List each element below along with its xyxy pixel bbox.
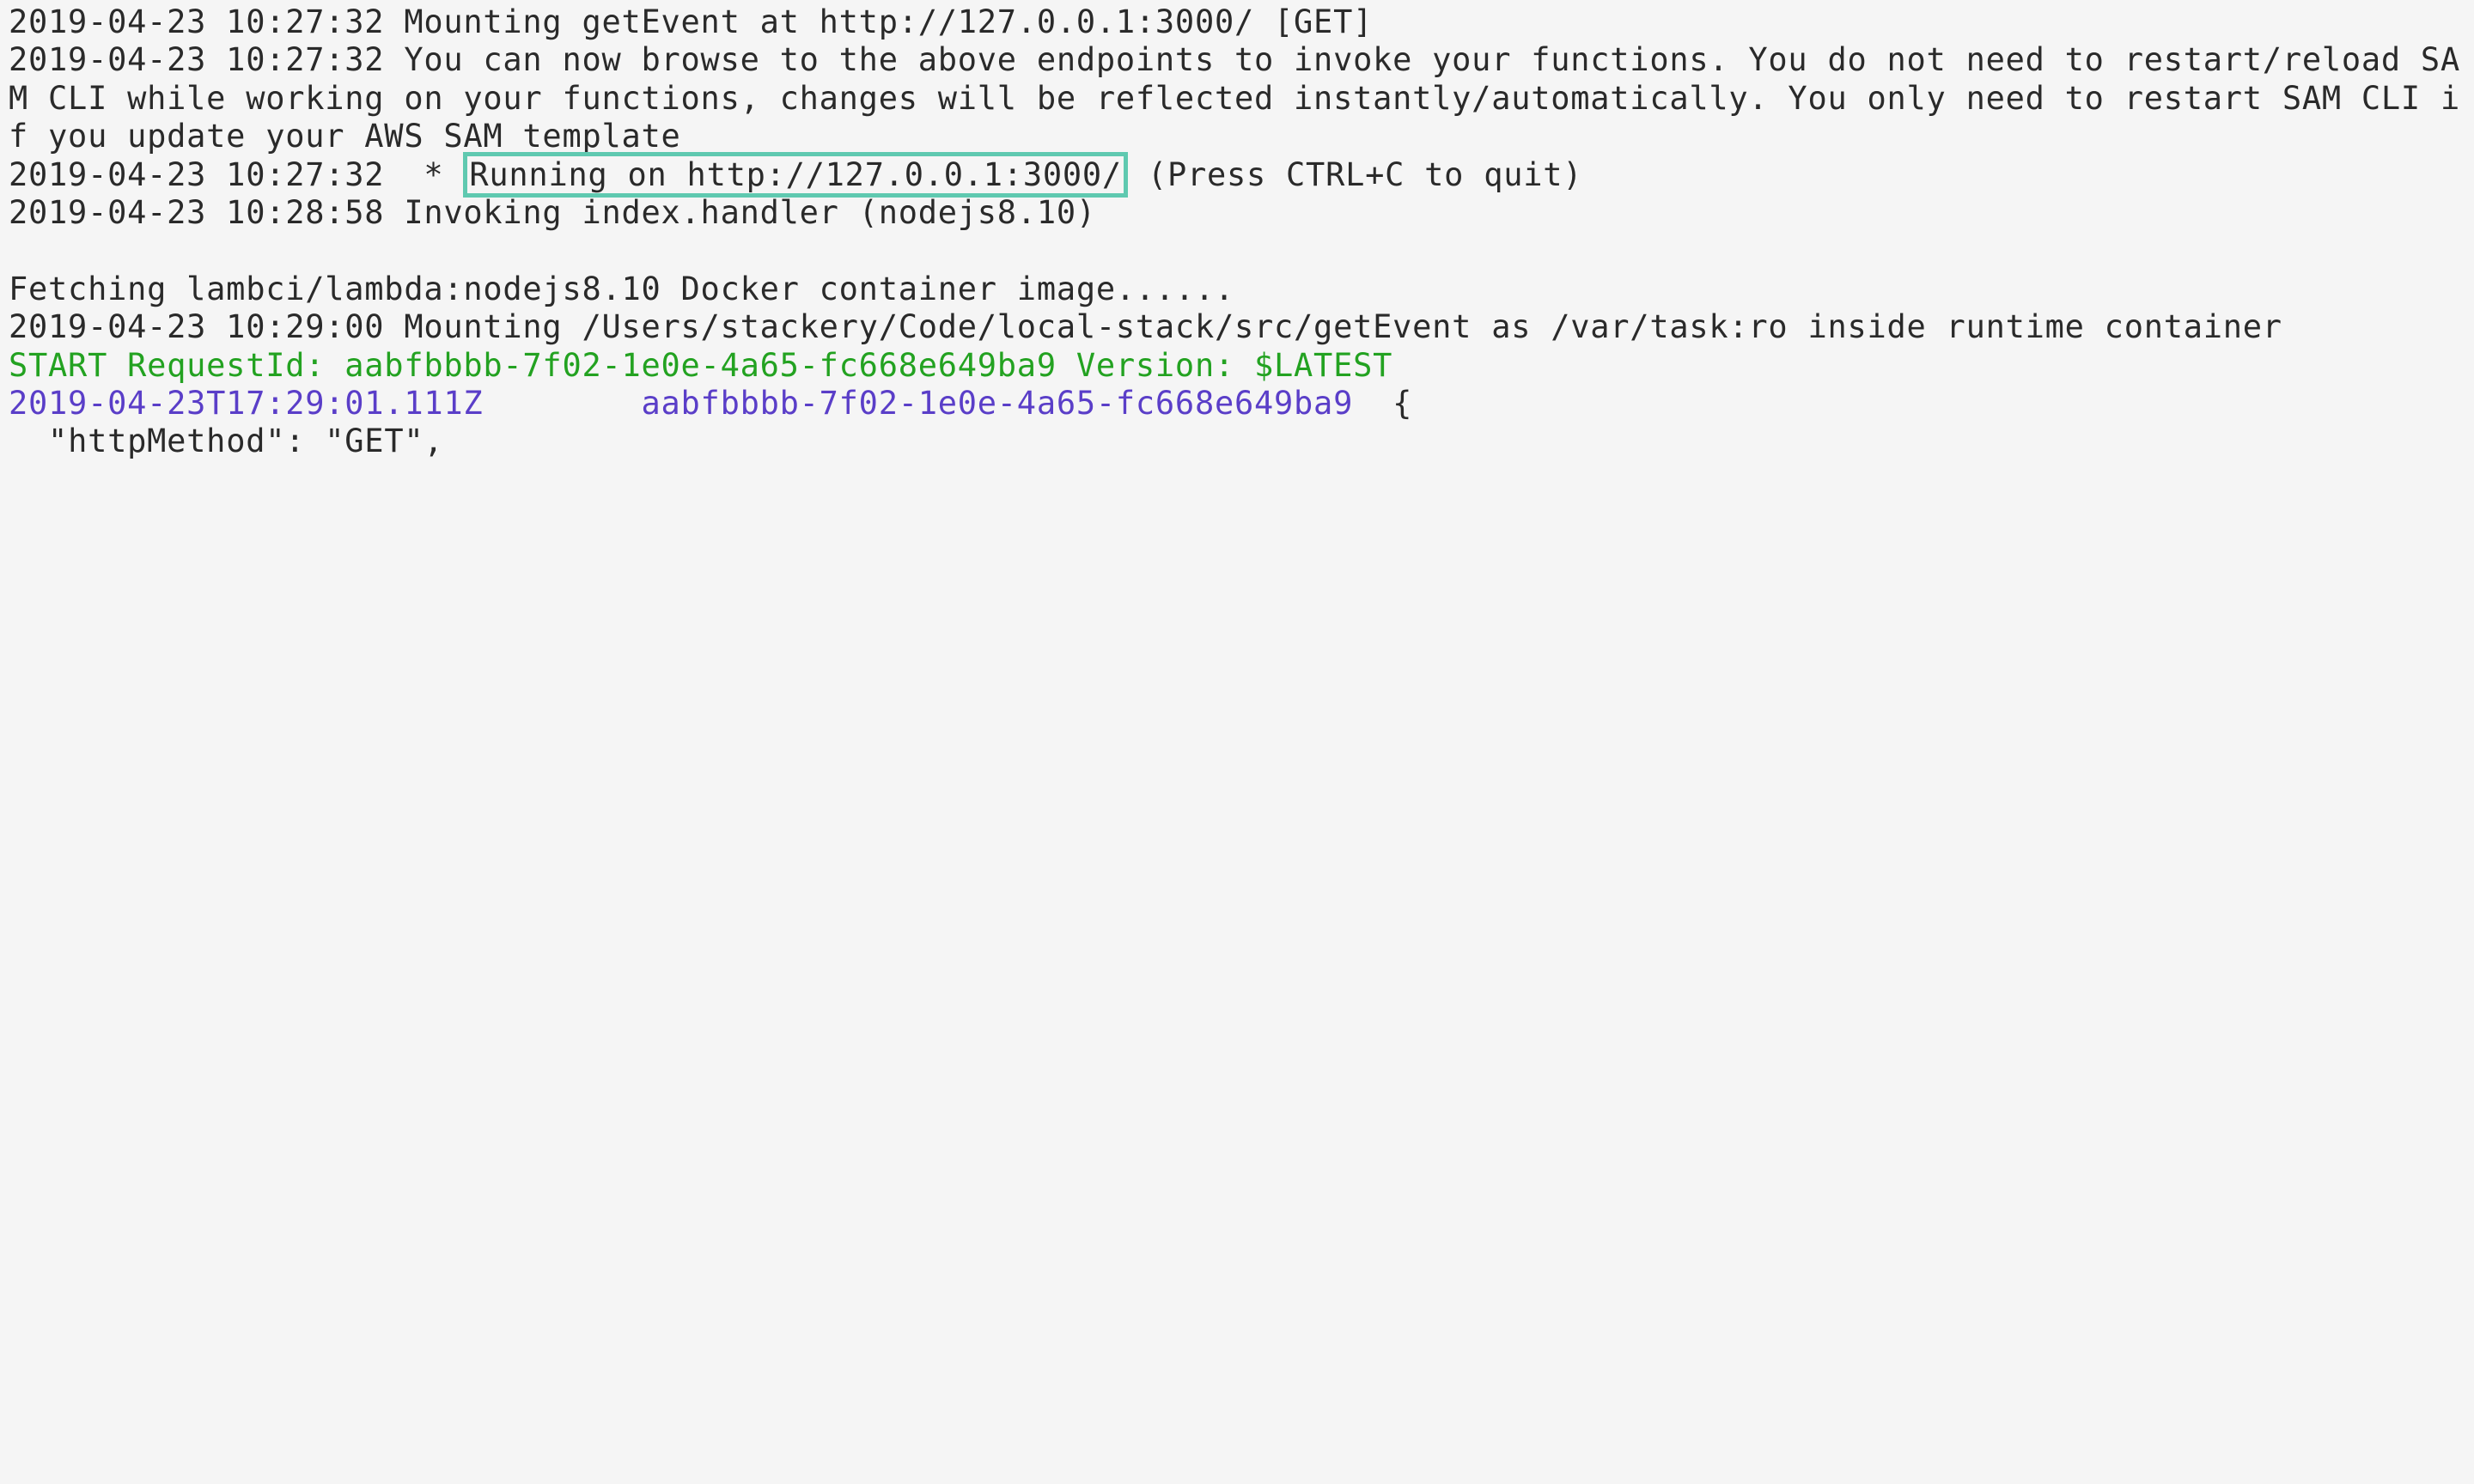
log-line-suffix: (Press CTRL+C to quit)	[1128, 156, 1582, 193]
log-line: 2019-04-23 10:29:00 Mounting /Users/stac…	[9, 308, 2282, 345]
terminal-output[interactable]: 2019-04-23 10:27:32 Mounting getEvent at…	[9, 3, 2465, 461]
log-line-prefix: 2019-04-23 10:27:32 *	[9, 156, 463, 193]
log-timestamp-request-id: 2019-04-23T17:29:01.111Z aabfbbbb-7f02-1…	[9, 385, 1353, 422]
log-line: Fetching lambci/lambda:nodejs8.10 Docker…	[9, 271, 1234, 307]
log-json-line: "httpMethod": "GET",	[9, 423, 443, 459]
running-url-highlight: Running on http://127.0.0.1:3000/	[463, 152, 1128, 198]
log-start-request: START RequestId: aabfbbbb-7f02-1e0e-4a65…	[9, 347, 1392, 384]
log-line: 2019-04-23 10:27:32 Mounting getEvent at…	[9, 3, 1373, 40]
log-line: 2019-04-23 10:28:58 Invoking index.handl…	[9, 194, 1096, 231]
log-line: 2019-04-23 10:27:32 You can now browse t…	[9, 41, 2460, 155]
log-json-open: {	[1353, 385, 1412, 422]
